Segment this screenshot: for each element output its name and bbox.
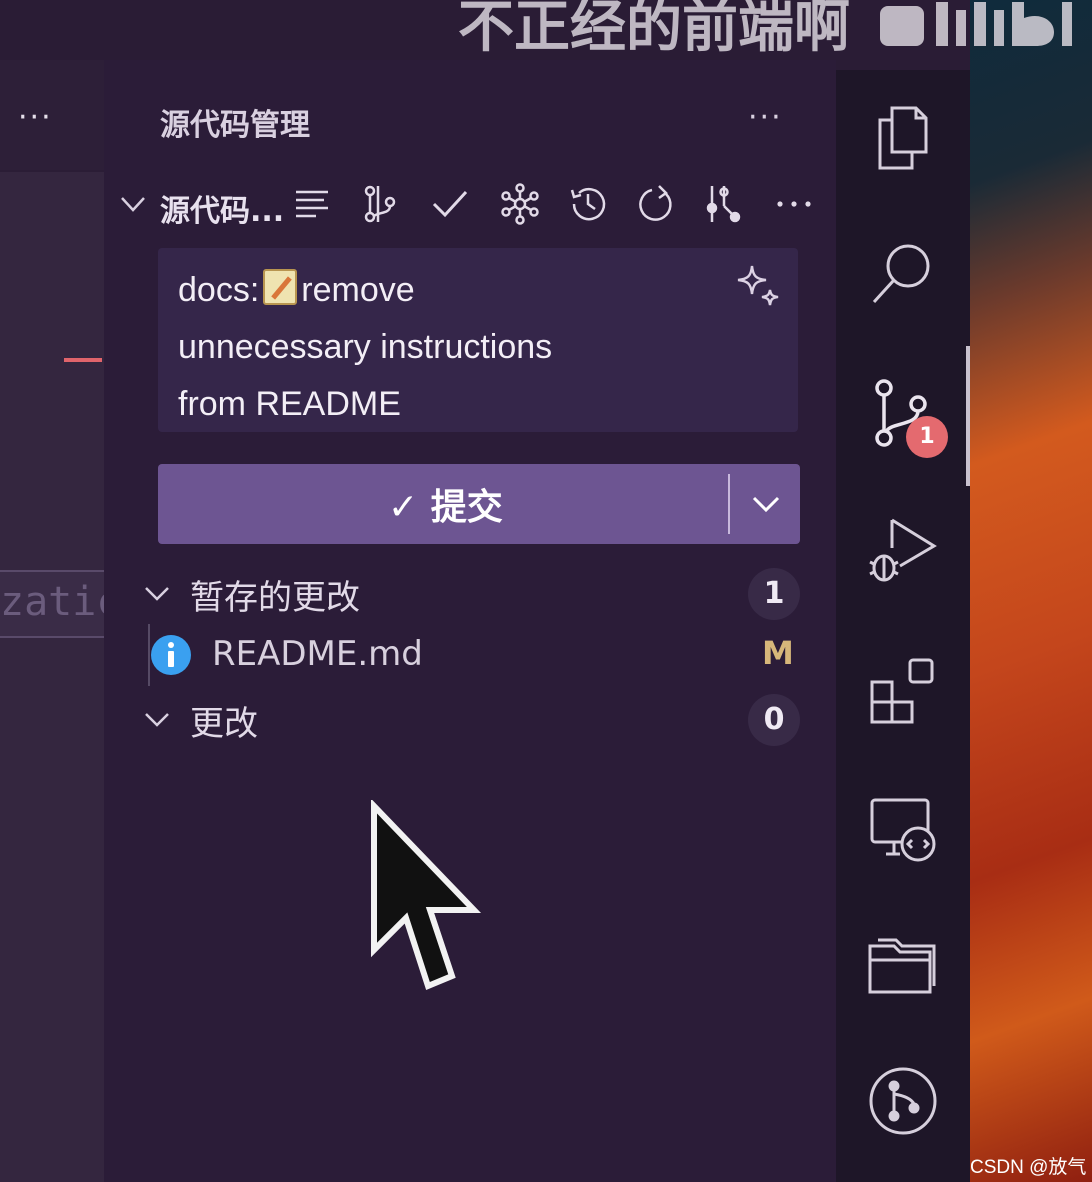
- graph-icon[interactable]: [498, 182, 542, 226]
- branch-compare-icon[interactable]: [358, 182, 402, 226]
- chevron-down-icon[interactable]: [142, 578, 172, 608]
- check-icon[interactable]: [428, 182, 472, 226]
- panel-title: 源代码管理: [160, 108, 310, 143]
- video-watermark: 不正经的前端啊: [458, 0, 850, 60]
- editor-code-line[interactable]: zatic: [0, 570, 104, 638]
- git-graph-icon[interactable]: [866, 1064, 940, 1138]
- commit-dropdown-button[interactable]: [732, 464, 800, 544]
- file-status-badge: M: [762, 634, 794, 672]
- run-debug-icon[interactable]: [866, 514, 940, 588]
- commit-button[interactable]: ✓ 提交: [158, 464, 726, 544]
- csdn-credit: CSDN @放气: [970, 1157, 1087, 1178]
- repo-name: 源代码...: [160, 194, 285, 229]
- message-prefix: docs:: [178, 271, 260, 309]
- changes-section[interactable]: 更改 0: [104, 688, 836, 748]
- repo-header[interactable]: 源代码...: [104, 180, 836, 236]
- chevron-down-icon[interactable]: [118, 184, 148, 224]
- memo-emoji-icon: [263, 269, 298, 305]
- file-item-readme[interactable]: README.md M: [104, 624, 836, 686]
- commit-message-text[interactable]: docs: remove unnecessary instructions fro…: [178, 262, 738, 433]
- editor-more-button[interactable]: ···: [18, 100, 53, 135]
- list-view-icon[interactable]: [290, 182, 334, 226]
- message-line3: from README: [178, 385, 401, 423]
- commit-check: ✓: [388, 487, 419, 528]
- panel-more-button[interactable]: ···: [748, 100, 783, 135]
- commit-message-input[interactable]: docs: remove unnecessary instructions fro…: [158, 248, 798, 432]
- editor-diff-marker: [64, 358, 102, 362]
- sparkle-icon[interactable]: [734, 262, 784, 312]
- explorer-icon[interactable]: [866, 100, 940, 174]
- history-icon[interactable]: [566, 182, 610, 226]
- editor-area: ··· zatic: [0, 0, 104, 1182]
- commit-button-label: ✓ 提交: [388, 478, 503, 530]
- info-icon: [151, 635, 191, 675]
- file-name: README.md: [212, 634, 423, 674]
- count-badge: 0: [748, 694, 800, 746]
- desktop-wallpaper: [970, 0, 1092, 1182]
- remote-explorer-icon[interactable]: [866, 794, 940, 868]
- message-line2: unnecessary instructions: [178, 328, 553, 366]
- message-line1-suffix: remove: [301, 271, 415, 309]
- source-control-badge: 1: [906, 416, 948, 458]
- chevron-down-icon[interactable]: [142, 704, 172, 734]
- commit-button-separator: [728, 474, 730, 534]
- section-label: 更改: [190, 704, 258, 744]
- folder-icon[interactable]: [866, 930, 940, 1004]
- activity-bar: 1: [836, 70, 970, 1182]
- editor-pane[interactable]: [0, 172, 104, 1182]
- section-label: 暂存的更改: [190, 578, 360, 618]
- count-badge: 1: [748, 568, 800, 620]
- extensions-icon[interactable]: [866, 654, 940, 728]
- source-control-panel: 源代码管理 ··· 源代码... docs: remove unnecessar…: [104, 60, 836, 1182]
- mouse-cursor-icon: [371, 800, 482, 991]
- search-icon[interactable]: [866, 236, 940, 310]
- commit-text: 提交: [430, 487, 503, 528]
- staged-changes-section[interactable]: 暂存的更改 1: [104, 562, 836, 622]
- git-fetch-icon[interactable]: [702, 182, 746, 226]
- bilibili-logo: [880, 2, 1072, 46]
- refresh-icon[interactable]: [634, 182, 678, 226]
- more-icon[interactable]: [772, 182, 816, 226]
- commit-button-group: ✓ 提交: [158, 464, 800, 544]
